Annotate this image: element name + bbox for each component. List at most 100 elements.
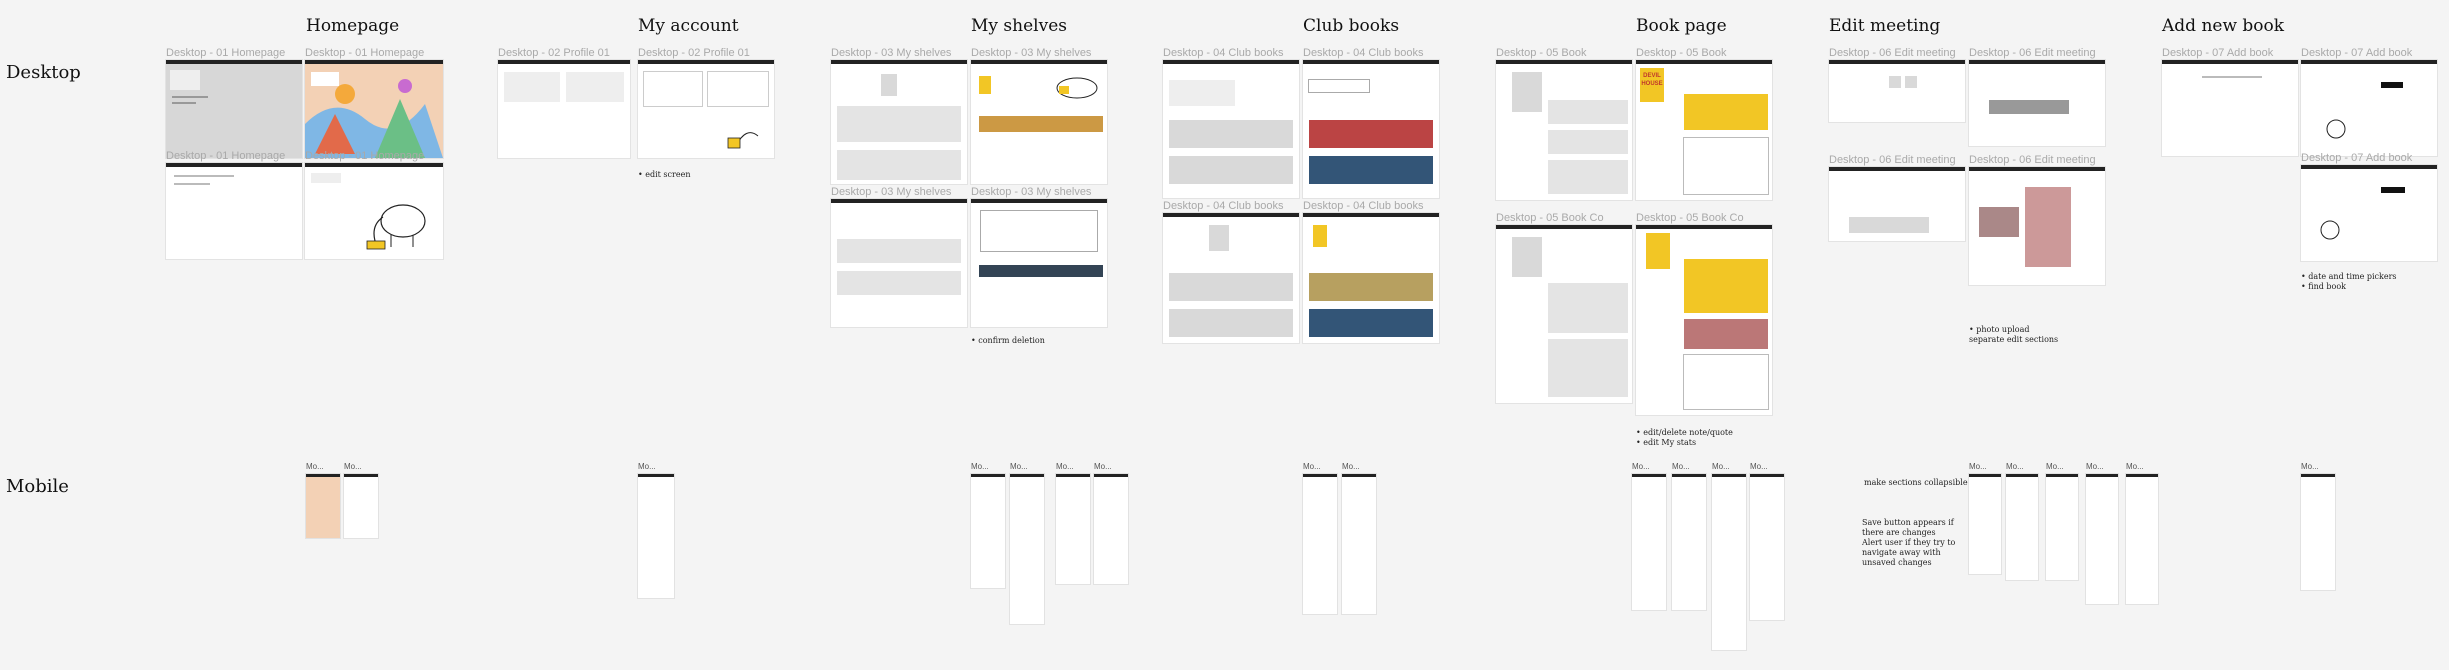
section-title-club-books: Club books bbox=[1303, 16, 1400, 36]
shelf-row bbox=[837, 271, 961, 295]
frame-label: Desktop - 04 Club books bbox=[1303, 47, 1424, 59]
frame-label: Desktop - 07 Add book bbox=[2301, 47, 2413, 59]
frame-label: Desktop - 02 Profile 01 bbox=[638, 47, 750, 59]
section-title-book-page: Book page bbox=[1636, 16, 1727, 36]
section-title-homepage: Homepage bbox=[306, 16, 400, 36]
homepage-frame-4[interactable] bbox=[305, 163, 443, 259]
note-save-button: Save button appears if there are changes… bbox=[1862, 518, 1956, 567]
add-book-frame-3[interactable] bbox=[2301, 165, 2437, 261]
mobile-account[interactable] bbox=[638, 474, 674, 598]
mobile-book-3[interactable] bbox=[1712, 474, 1746, 650]
top-bar bbox=[638, 60, 774, 64]
mobile-club-1[interactable] bbox=[1303, 474, 1337, 614]
book-frame-3[interactable] bbox=[1496, 225, 1632, 403]
mobile-meeting-4[interactable] bbox=[2086, 474, 2118, 604]
stats-card bbox=[566, 72, 624, 102]
search-box bbox=[311, 173, 341, 183]
add-book-frame-1[interactable] bbox=[2162, 60, 2298, 156]
mobile-label: Mo... bbox=[2006, 462, 2024, 471]
section-title-my-account: My account bbox=[638, 16, 739, 36]
mobile-book-1[interactable] bbox=[1632, 474, 1666, 610]
meeting-frame-4[interactable] bbox=[1969, 167, 2105, 285]
meeting-frame-3[interactable] bbox=[1829, 167, 1965, 241]
mobile-book-4[interactable] bbox=[1750, 474, 1784, 620]
text-line bbox=[172, 102, 196, 104]
mobile-meeting-3[interactable] bbox=[2046, 474, 2078, 580]
shelf-covers bbox=[979, 265, 1103, 277]
meeting-frame-1[interactable] bbox=[1829, 60, 1965, 122]
top-bar bbox=[166, 163, 302, 167]
mobile-label: Mo... bbox=[1750, 462, 1768, 471]
mobile-meeting-2[interactable] bbox=[2006, 474, 2038, 580]
club-frame-3[interactable] bbox=[1163, 213, 1299, 343]
top-bar bbox=[1163, 213, 1299, 217]
book-frame-2[interactable]: DEVIL HOUSE bbox=[1636, 60, 1772, 200]
shelves-frame-2[interactable] bbox=[971, 60, 1107, 184]
homepage-frame-1[interactable] bbox=[166, 60, 302, 158]
mobile-label: Mo... bbox=[1672, 462, 1690, 471]
book-grid-row bbox=[1309, 156, 1433, 184]
mobile-shelves-2[interactable] bbox=[1010, 474, 1044, 624]
profile-frame-1[interactable] bbox=[498, 60, 630, 158]
top-bar bbox=[1496, 225, 1632, 229]
profile-frame-2[interactable] bbox=[638, 60, 774, 158]
info-block bbox=[1548, 283, 1628, 333]
section-title-edit-meeting: Edit meeting bbox=[1829, 16, 1941, 36]
book-cover: DEVIL HOUSE bbox=[1640, 68, 1664, 102]
note-edit-delete: • edit/delete note/quote • edit My stats bbox=[1636, 428, 1733, 447]
section-title-add-new-book: Add new book bbox=[2162, 16, 2285, 36]
book-cover-thumb bbox=[1313, 225, 1327, 247]
info-block bbox=[1548, 130, 1628, 154]
bird-illustration-icon bbox=[727, 132, 759, 149]
mobile-book-2[interactable] bbox=[1672, 474, 1706, 610]
frame-label: Desktop - 05 Book bbox=[1636, 47, 1727, 59]
frame-label: Desktop - 01 Homepage bbox=[305, 47, 425, 59]
shelf-covers bbox=[979, 116, 1103, 132]
mobile-meeting-5[interactable] bbox=[2126, 474, 2158, 604]
club-frame-1[interactable] bbox=[1163, 60, 1299, 198]
add-book-frame-2[interactable] bbox=[2301, 60, 2437, 156]
top-bar bbox=[2301, 60, 2437, 64]
top-bar bbox=[2162, 60, 2298, 64]
homepage-frame-2[interactable] bbox=[305, 60, 443, 158]
note-date-time: • date and time pickers • find book bbox=[2301, 272, 2397, 291]
photo-strip bbox=[1849, 217, 1929, 233]
elephant-illustration-icon bbox=[366, 204, 426, 250]
mobile-home-1[interactable] bbox=[306, 474, 340, 538]
frame-label: Desktop - 07 Add book bbox=[2162, 47, 2274, 59]
book-cover-placeholder bbox=[1512, 237, 1542, 277]
book-frame-1[interactable] bbox=[1496, 60, 1632, 200]
top-bar bbox=[1496, 60, 1632, 64]
top-bar bbox=[305, 163, 443, 167]
shelves-frame-3[interactable] bbox=[831, 199, 967, 327]
top-bar bbox=[1303, 213, 1439, 217]
shelves-frame-1[interactable] bbox=[831, 60, 967, 184]
note-collapsible: make sections collapsible? bbox=[1864, 478, 1972, 487]
club-frame-4[interactable] bbox=[1303, 213, 1439, 343]
mobile-shelves-4[interactable] bbox=[1094, 474, 1128, 584]
mobile-club-2[interactable] bbox=[1342, 474, 1376, 614]
mobile-shelves-3[interactable] bbox=[1056, 474, 1090, 584]
top-bar bbox=[831, 199, 967, 203]
mobile-home-2[interactable] bbox=[344, 474, 378, 538]
text-line bbox=[174, 183, 210, 185]
text-line bbox=[174, 175, 234, 177]
mobile-label: Mo... bbox=[971, 462, 989, 471]
club-frame-2[interactable] bbox=[1303, 60, 1439, 198]
club-photos bbox=[1684, 319, 1768, 349]
homepage-frame-3[interactable] bbox=[166, 163, 302, 259]
top-bar bbox=[1969, 60, 2105, 64]
meeting-card bbox=[1169, 80, 1235, 106]
shelves-frame-4[interactable] bbox=[971, 199, 1107, 327]
frame-label: Desktop - 01 Homepage bbox=[305, 150, 425, 162]
mobile-add-book[interactable] bbox=[2301, 474, 2335, 590]
mobile-label: Mo... bbox=[2046, 462, 2064, 471]
frame-label: Desktop - 07 Add book bbox=[2301, 152, 2413, 164]
mobile-shelves-1[interactable] bbox=[971, 474, 1005, 588]
book-frame-4[interactable] bbox=[1636, 225, 1772, 415]
meeting-frame-2[interactable] bbox=[1969, 60, 2105, 146]
book-cover bbox=[1646, 233, 1670, 269]
photo-strip bbox=[1989, 100, 2069, 114]
row-label-desktop: Desktop bbox=[6, 62, 81, 83]
mobile-meeting-1[interactable] bbox=[1969, 474, 2001, 574]
